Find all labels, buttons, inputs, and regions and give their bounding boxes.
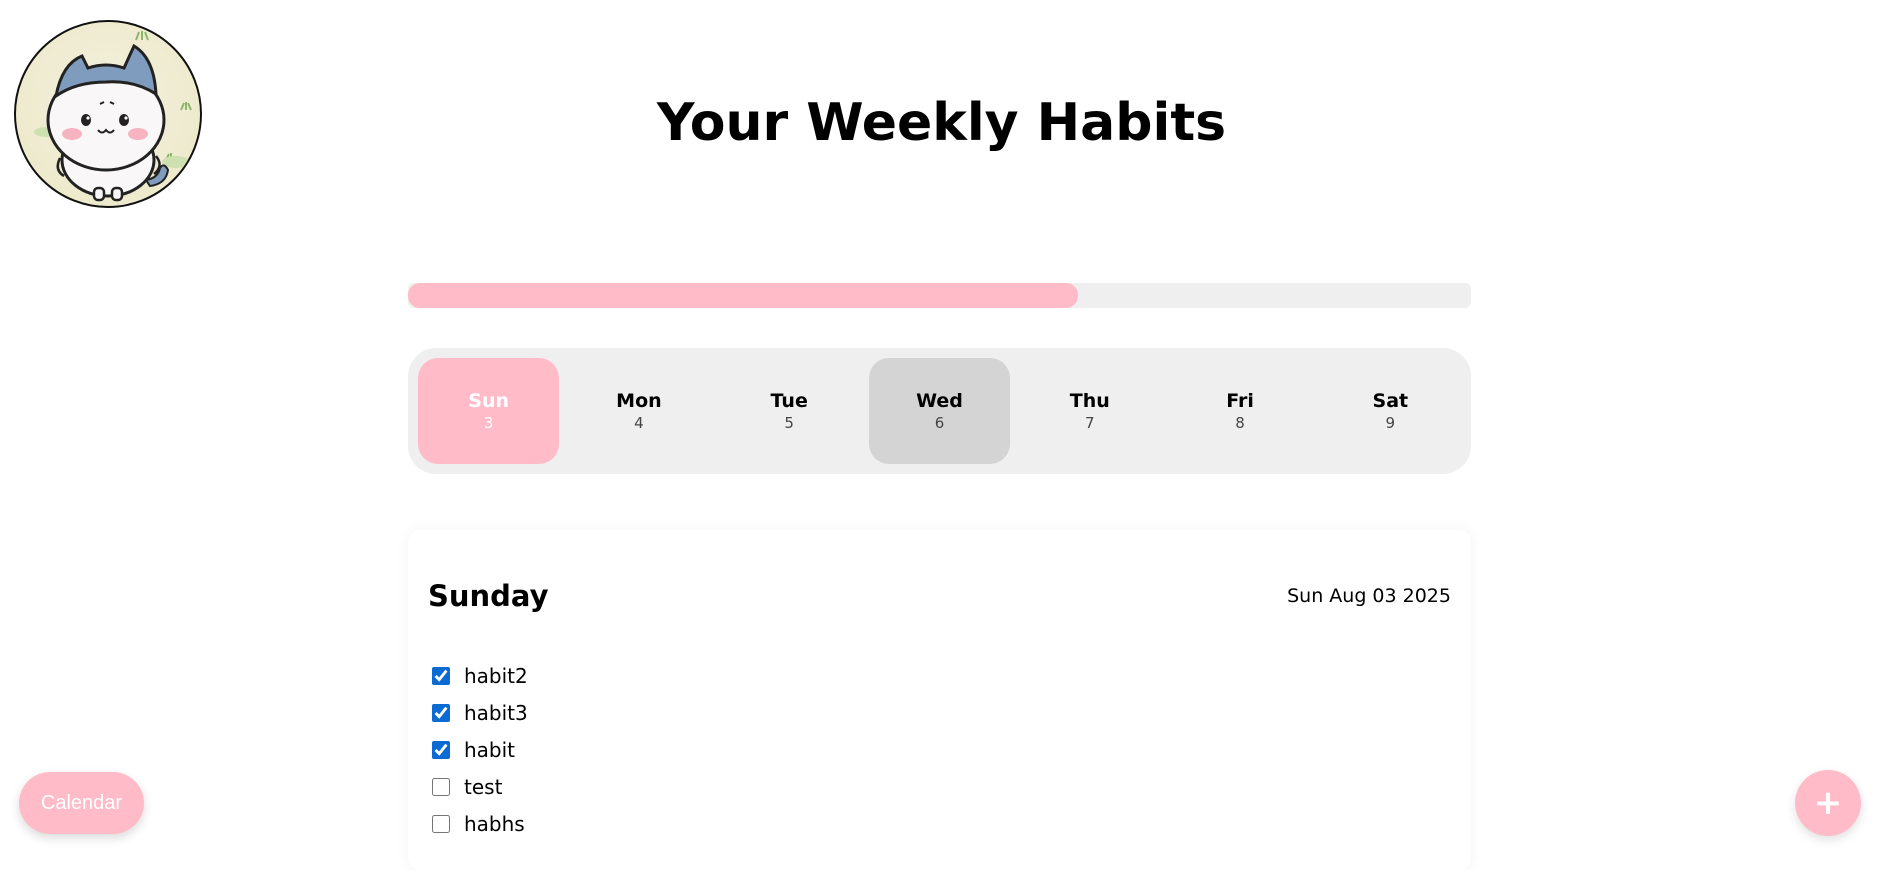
page-title: Your Weekly Habits: [656, 93, 1227, 153]
habit-item: habit2: [428, 657, 1451, 694]
progress-fill: [408, 283, 1078, 308]
day-name: Sat: [1372, 390, 1409, 412]
habit-label: test: [464, 774, 503, 799]
habit-list: habit2 habit3 habit test habhs: [428, 657, 1451, 842]
habit-checkbox[interactable]: [432, 777, 450, 796]
day-name: Thu: [1069, 390, 1110, 412]
week-selector: Sun 3 Mon 4 Tue 5 Wed 6 Thu 7 Fri 8 Sat …: [408, 348, 1471, 474]
habit-label: habit3: [464, 700, 528, 725]
day-number: 3: [483, 414, 494, 432]
habit-item: habit3: [428, 694, 1451, 731]
habit-checkbox[interactable]: [432, 814, 450, 833]
day-name: Tue: [770, 390, 808, 412]
habit-item: habhs: [428, 805, 1451, 842]
day-number: 8: [1235, 414, 1245, 432]
day-number: 6: [934, 414, 945, 432]
card-header: Sunday Sun Aug 03 2025: [428, 578, 1451, 614]
day-tab-wed[interactable]: Wed 6: [868, 358, 1011, 464]
habit-item: habit: [428, 731, 1451, 768]
day-number: 9: [1385, 414, 1396, 432]
habit-checkbox[interactable]: [432, 703, 450, 722]
add-habit-button[interactable]: +: [1795, 770, 1861, 836]
day-number: 7: [1084, 414, 1095, 432]
day-habits-card: Sunday Sun Aug 03 2025 habit2 habit3 hab…: [408, 530, 1471, 870]
day-name: Fri: [1226, 390, 1254, 412]
day-name: Sun: [468, 390, 510, 412]
day-date: Sun Aug 03 2025: [1287, 585, 1451, 607]
day-tab-tue[interactable]: Tue 5: [719, 358, 860, 464]
day-title: Sunday: [428, 579, 549, 613]
habit-label: habhs: [464, 811, 525, 836]
habit-label: habit: [464, 737, 516, 762]
day-tab-thu[interactable]: Thu 7: [1019, 358, 1160, 464]
day-tab-sat[interactable]: Sat 9: [1320, 358, 1461, 464]
habit-checkbox[interactable]: [432, 740, 450, 759]
calendar-button[interactable]: Calendar: [19, 772, 144, 834]
day-tab-sun[interactable]: Sun 3: [418, 358, 560, 464]
day-name: Mon: [616, 390, 662, 412]
day-number: 4: [634, 414, 644, 432]
habit-item: test: [428, 768, 1451, 805]
day-tab-mon[interactable]: Mon 4: [568, 358, 709, 464]
habit-label: habit2: [464, 663, 528, 688]
weekly-progress-bar: [408, 283, 1471, 308]
habit-checkbox[interactable]: [432, 666, 450, 685]
day-name: Wed: [916, 390, 963, 412]
day-tab-fri[interactable]: Fri 8: [1169, 358, 1310, 464]
day-number: 5: [784, 414, 794, 432]
